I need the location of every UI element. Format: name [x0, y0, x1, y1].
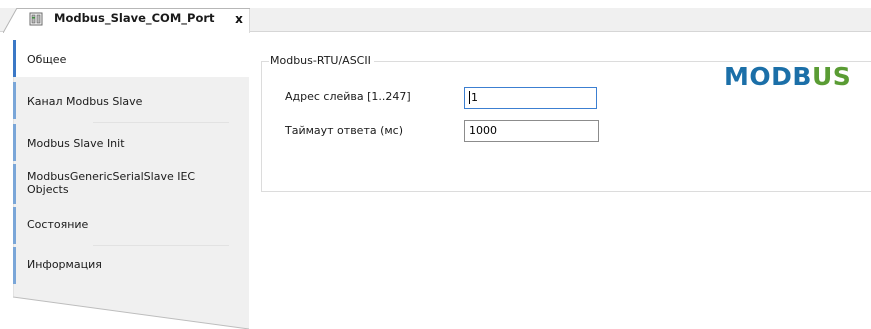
sidebar-item-indicator: [13, 247, 16, 284]
sidebar-item-label-line2: Objects: [27, 183, 69, 196]
sidebar-item-indicator: [13, 164, 16, 204]
sidebar-item-label: Общее: [27, 53, 67, 66]
sidebar-item-indicator: [13, 124, 16, 161]
sidebar-item-information[interactable]: Информация: [13, 247, 249, 284]
modbus-logo: MODBUS: [724, 64, 871, 90]
sidebar-item-generic-serial-slave-iec-objects[interactable]: ModbusGenericSerialSlave IEC Objects: [13, 164, 249, 204]
sidebar-item-label: Modbus Slave Init: [27, 137, 125, 150]
sidebar-item-active-indicator: [13, 40, 16, 77]
editor-window: Modbus_Slave_COM_Port x Общее Канал Modb…: [0, 0, 871, 329]
sidebar-item-indicator: [13, 82, 16, 119]
sidebar-divider: [93, 122, 229, 123]
tab-strip: Modbus_Slave_COM_Port x: [0, 0, 871, 33]
text-caret: [469, 90, 470, 104]
settings-sidebar: Общее Канал Modbus Slave Modbus Slave In…: [13, 40, 249, 329]
response-timeout-value: 1000: [469, 124, 497, 137]
response-timeout-input[interactable]: 1000: [464, 120, 599, 142]
settings-panel: Modbus-RTU/ASCII Адрес слейва [1..247] 1…: [250, 33, 871, 329]
sidebar-item-label-line1: ModbusGenericSerialSlave IEC: [27, 170, 196, 183]
slave-address-label: Адрес слейва [1..247]: [285, 90, 411, 103]
sidebar-item-modbus-slave-channel[interactable]: Канал Modbus Slave: [13, 82, 249, 119]
response-timeout-label: Таймаут ответа (мс): [285, 124, 404, 137]
sidebar-item-indicator: [13, 207, 16, 244]
slave-address-input[interactable]: 1: [464, 87, 597, 109]
slave-address-value: 1: [471, 91, 478, 104]
logo-text-part1: MODB: [724, 62, 812, 91]
group-title: Modbus-RTU/ASCII: [269, 54, 374, 67]
device-object-icon: [29, 12, 43, 26]
sidebar-item-general[interactable]: Общее: [13, 40, 249, 77]
close-icon[interactable]: x: [232, 11, 246, 27]
tab-title: Modbus_Slave_COM_Port: [54, 11, 215, 25]
sidebar-item-status[interactable]: Состояние: [13, 207, 249, 244]
sidebar-divider: [93, 245, 229, 246]
sidebar-item-modbus-slave-init[interactable]: Modbus Slave Init: [13, 124, 249, 161]
sidebar-item-label: Информация: [27, 258, 102, 271]
sidebar-item-label: Канал Modbus Slave: [27, 95, 143, 108]
logo-text-part2: US: [811, 62, 852, 91]
sidebar-item-label: Состояние: [27, 218, 89, 231]
